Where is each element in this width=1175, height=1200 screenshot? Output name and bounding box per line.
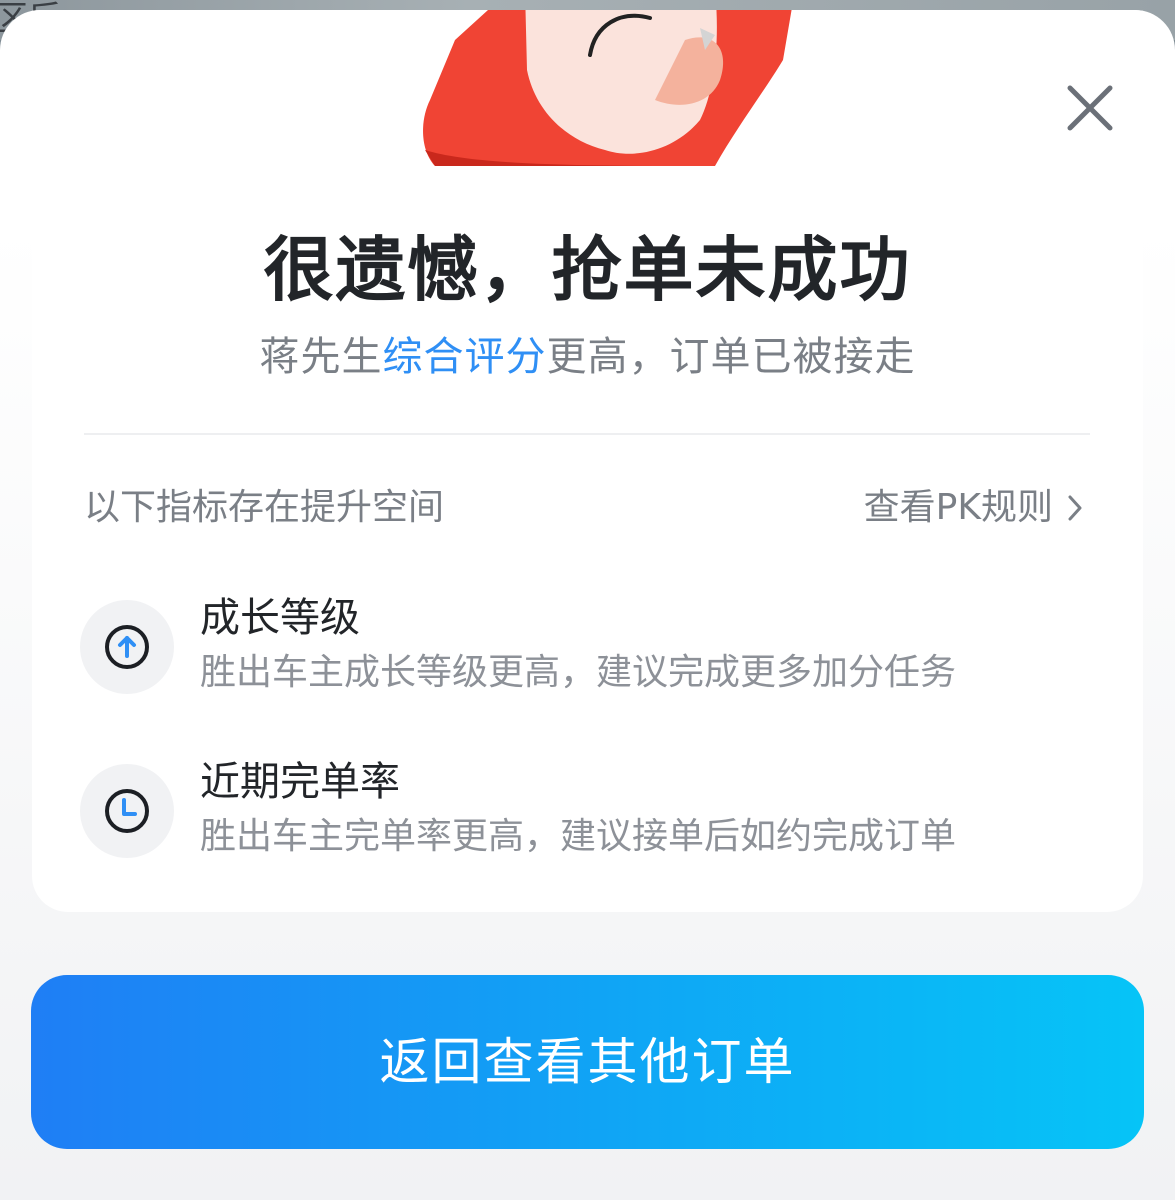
metric-title: 近期完单率 <box>200 759 400 805</box>
metric-description: 胜出车主完单率更高，建议接单后如约完成订单 <box>200 816 957 857</box>
metric-icon-bg <box>80 600 174 694</box>
pk-rules-link[interactable]: 查看PK规则 <box>864 480 1085 536</box>
metric-growth-level: 成长等级 胜出车主成长等级更高，建议完成更多加分任务 <box>80 595 1080 700</box>
divider <box>84 433 1090 435</box>
dialog-title: 很遗憾，抢单未成功 <box>263 229 912 311</box>
metric-description: 胜出车主成长等级更高，建议完成更多加分任务 <box>200 652 957 693</box>
back-to-orders-button[interactable]: 返回查看其他订单 <box>31 975 1144 1149</box>
pk-rules-label: 查看PK规则 <box>863 487 1053 528</box>
chevron-right-icon <box>1068 495 1082 521</box>
subtitle-suffix: 更高，订单已被接走 <box>546 334 916 380</box>
arrow-up-circle-icon <box>105 625 149 669</box>
metric-icon-bg <box>80 764 174 858</box>
metric-completion-rate: 近期完单率 胜出车主完单率更高，建议接单后如约完成订单 <box>80 759 1080 864</box>
result-dialog: 很遗憾，抢单未成功 蒋先生综合评分更高，订单已被接走 以下指标存在提升空间 查看… <box>0 10 1175 1200</box>
close-icon <box>1067 85 1113 131</box>
clock-icon <box>105 789 149 833</box>
section-label: 以下指标存在提升空间 <box>84 487 445 528</box>
metric-title: 成长等级 <box>200 595 360 641</box>
score-highlight: 综合评分 <box>382 334 547 380</box>
close-button[interactable] <box>1058 76 1122 140</box>
mascot-illustration <box>423 10 792 166</box>
subtitle-prefix: 蒋先生 <box>259 334 383 380</box>
dialog-subtitle: 蒋先生综合评分更高，订单已被接走 <box>0 325 1175 389</box>
